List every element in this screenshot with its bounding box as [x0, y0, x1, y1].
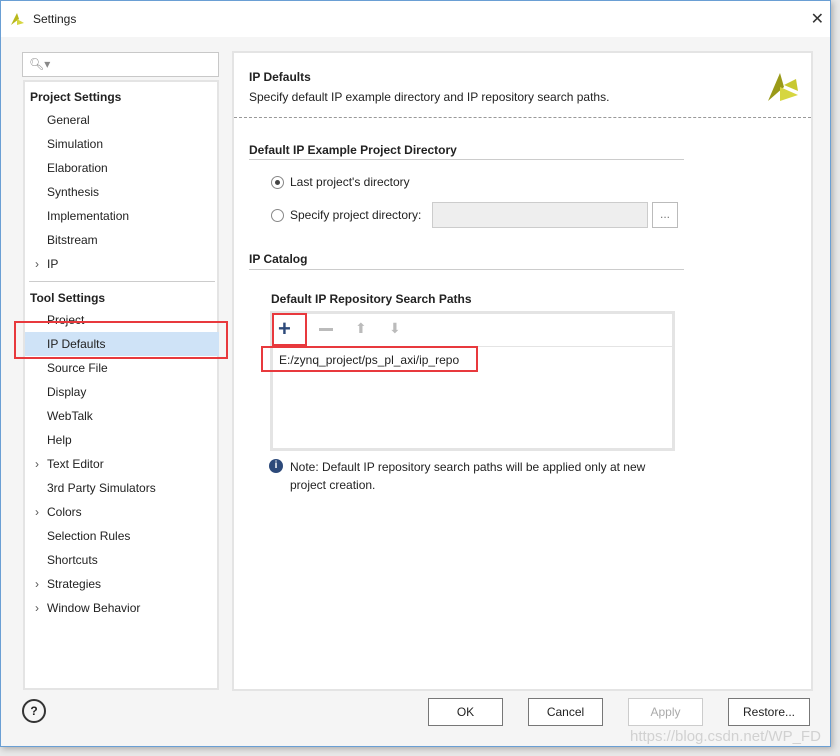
- highlight-annotation: [272, 313, 307, 346]
- window-title: Settings: [33, 12, 77, 26]
- tree-item-window-behavior[interactable]: Window Behavior: [47, 601, 140, 615]
- section-example-dir: Default IP Example Project Directory: [249, 143, 457, 157]
- tree-item-synthesis[interactable]: Synthesis: [47, 185, 99, 199]
- tree-item-bitstream[interactable]: Bitstream: [47, 233, 98, 247]
- divider: [29, 281, 215, 282]
- tree-item-help[interactable]: Help: [47, 433, 72, 447]
- chevron-right-icon[interactable]: ›: [35, 601, 39, 615]
- apply-button[interactable]: Apply: [628, 698, 703, 726]
- tree-item-text-editor[interactable]: Text Editor: [47, 457, 104, 471]
- ok-button[interactable]: OK: [428, 698, 503, 726]
- chevron-right-icon[interactable]: ›: [35, 257, 39, 271]
- highlight-annotation: [261, 346, 478, 372]
- radio-last-project-dir-label: Last project's directory: [290, 175, 410, 189]
- tree-item-simulation[interactable]: Simulation: [47, 137, 103, 151]
- settings-tree: Project Settings General Simulation Elab…: [23, 80, 219, 690]
- move-down-icon[interactable]: ⬇: [389, 320, 401, 337]
- tree-item-general[interactable]: General: [47, 113, 90, 127]
- move-up-icon[interactable]: ⬆: [355, 320, 367, 337]
- vivado-logo-icon: [11, 13, 24, 25]
- title-bar: Settings ✕: [1, 1, 830, 37]
- tree-item-source-file[interactable]: Source File: [47, 361, 108, 375]
- tree-item-strategies[interactable]: Strategies: [47, 577, 101, 591]
- highlight-annotation: [14, 321, 228, 359]
- restore-button[interactable]: Restore...: [728, 698, 810, 726]
- tree-item-3rd-party-simulators[interactable]: 3rd Party Simulators: [47, 481, 156, 495]
- help-button[interactable]: ?: [22, 699, 46, 723]
- chevron-right-icon[interactable]: ›: [35, 577, 39, 591]
- tree-item-shortcuts[interactable]: Shortcuts: [47, 553, 98, 567]
- section-ip-catalog: IP Catalog: [249, 252, 308, 266]
- search-icon: 🔍︎▾: [29, 57, 51, 71]
- remove-icon[interactable]: [319, 328, 333, 331]
- tree-item-ip[interactable]: IP: [47, 257, 58, 271]
- chevron-right-icon[interactable]: ›: [35, 457, 39, 471]
- radio-specify-dir[interactable]: [271, 209, 284, 222]
- repo-paths-list: + ⬆ ⬇ E:/zynq_project/ps_pl_axi/ip_repo: [270, 311, 675, 451]
- vivado-logo-icon: [768, 73, 798, 101]
- page-subtitle: Specify default IP example directory and…: [249, 90, 610, 104]
- project-dir-input[interactable]: [432, 202, 648, 228]
- note-text: Note: Default IP repository search paths…: [290, 460, 646, 492]
- project-settings-heading: Project Settings: [30, 90, 122, 104]
- settings-dialog: Settings ✕ 🔍︎▾ Project Settings General …: [0, 0, 831, 747]
- ip-defaults-panel: IP Defaults Specify default IP example d…: [232, 51, 813, 691]
- close-icon[interactable]: ✕: [811, 9, 824, 29]
- divider: [249, 159, 684, 160]
- cancel-button[interactable]: Cancel: [528, 698, 603, 726]
- tree-item-colors[interactable]: Colors: [47, 505, 82, 519]
- watermark: https://blog.csdn.net/WP_FD: [630, 728, 821, 745]
- browse-button[interactable]: ...: [652, 202, 678, 228]
- header-divider: [234, 117, 811, 118]
- search-input[interactable]: 🔍︎▾: [22, 52, 219, 77]
- tree-item-elaboration[interactable]: Elaboration: [47, 161, 108, 175]
- tree-item-implementation[interactable]: Implementation: [47, 209, 129, 223]
- radio-last-project-dir[interactable]: [271, 176, 284, 189]
- repo-paths-label: Default IP Repository Search Paths: [271, 292, 472, 306]
- info-icon: i: [269, 459, 283, 473]
- radio-specify-dir-label: Specify project directory:: [290, 208, 422, 222]
- tree-item-selection-rules[interactable]: Selection Rules: [47, 529, 130, 543]
- chevron-right-icon[interactable]: ›: [35, 505, 39, 519]
- tree-item-webtalk[interactable]: WebTalk: [47, 409, 93, 423]
- tool-settings-heading: Tool Settings: [30, 291, 106, 305]
- tree-item-display[interactable]: Display: [47, 385, 86, 399]
- divider: [249, 269, 684, 270]
- page-title: IP Defaults: [249, 70, 311, 84]
